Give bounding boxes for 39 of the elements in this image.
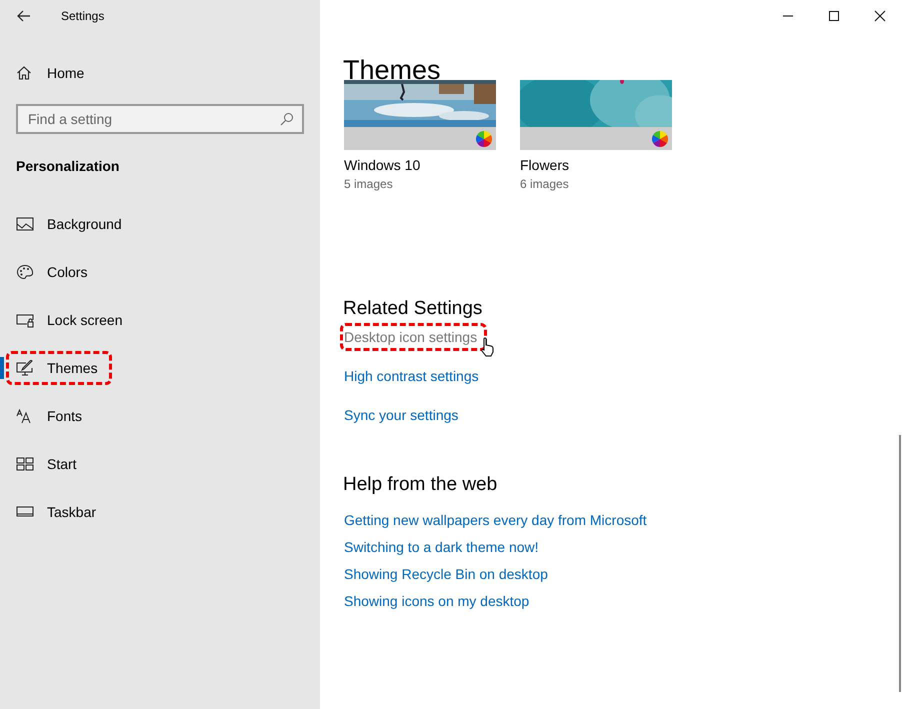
settings-link[interactable]: High contrast settings: [344, 368, 479, 384]
help-link[interactable]: Switching to a dark theme now!: [344, 538, 539, 557]
sidebar-item[interactable]: Start: [0, 447, 87, 481]
theme-thumbnail[interactable]: [344, 80, 496, 150]
home-link[interactable]: Home: [16, 57, 90, 89]
section-heading: Personalization: [16, 158, 120, 174]
picture-icon: [16, 216, 34, 232]
sidebar-item[interactable]: Lock screen: [0, 303, 132, 337]
tiles-icon: [16, 456, 34, 472]
help-link[interactable]: Getting new wallpapers every day from Microsoft: [344, 511, 647, 530]
home-icon: [16, 65, 32, 81]
theme-name: Flowers: [520, 157, 570, 173]
sidebar-item[interactable]: Background: [0, 207, 132, 241]
sidebar-item[interactable]: Fonts: [0, 399, 92, 433]
search-icon: [280, 112, 294, 126]
page-title: Themes: [343, 55, 441, 85]
theme-thumbnail[interactable]: [520, 80, 672, 150]
settings-link[interactable]: Sync your settings: [344, 406, 458, 422]
help-link[interactable]: Showing Recycle Bin on desktop: [344, 565, 548, 584]
scrollbar[interactable]: [899, 435, 901, 692]
maximize-icon[interactable]: [828, 10, 840, 22]
palette-icon: [16, 264, 34, 280]
window-title: Settings: [61, 9, 104, 23]
image-count: 6 images: [520, 177, 569, 191]
section-heading: Related Settings: [343, 297, 482, 321]
sidebar-item[interactable]: Taskbar: [0, 495, 106, 529]
color-wheel-icon: [652, 130, 668, 146]
search-field[interactable]: Find a setting: [16, 104, 304, 134]
hand-cursor-icon: [480, 337, 494, 357]
sidebar-item[interactable]: Colors: [0, 255, 98, 289]
close-icon[interactable]: [874, 10, 886, 22]
section-heading: Help from the web: [343, 473, 498, 497]
image-count: 5 images: [344, 177, 393, 191]
help-link[interactable]: Showing icons on my desktop: [344, 592, 530, 611]
color-wheel-icon: [476, 130, 492, 146]
brush-monitor-icon: [16, 360, 34, 376]
theme-name: Windows 10: [344, 157, 420, 173]
back-arrow-icon[interactable]: [17, 10, 31, 22]
lock-screen-icon: [16, 312, 34, 328]
